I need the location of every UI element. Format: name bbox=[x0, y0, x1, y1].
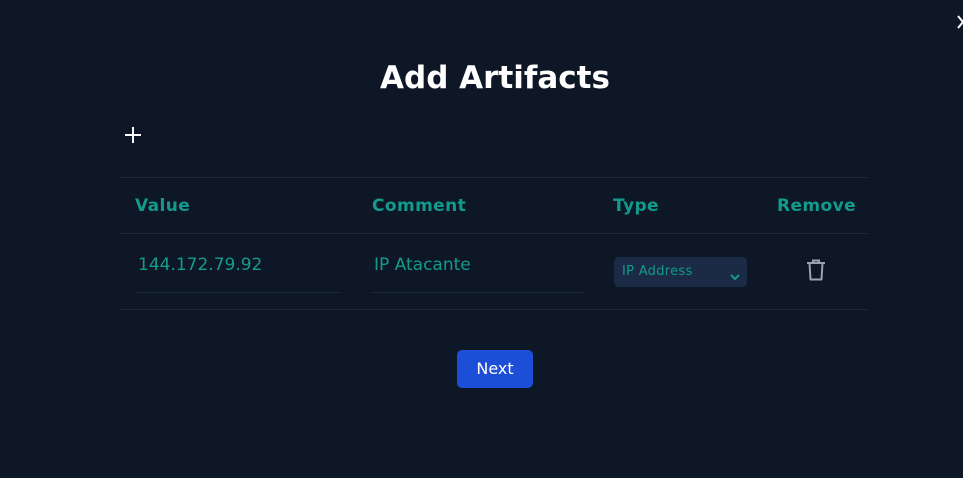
next-button[interactable]: Next bbox=[457, 350, 533, 388]
trash-icon-svg bbox=[807, 259, 825, 281]
modal-title: Add Artifacts bbox=[380, 60, 610, 96]
type-select-value: IP Address bbox=[622, 264, 693, 279]
close-icon-svg bbox=[957, 15, 963, 29]
comment-field-wrapper bbox=[372, 247, 588, 293]
header-remove: Remove bbox=[777, 196, 857, 216]
type-select[interactable]: IP Address bbox=[614, 257, 747, 287]
add-artifacts-modal: Add Artifacts Value Comment Type Remove … bbox=[0, 0, 963, 478]
trash-icon[interactable] bbox=[805, 258, 827, 282]
value-field-wrapper bbox=[136, 247, 344, 293]
plus-icon-svg bbox=[125, 127, 141, 143]
table-top-divider bbox=[120, 177, 868, 178]
close-icon[interactable] bbox=[955, 12, 963, 32]
value-input[interactable] bbox=[136, 247, 344, 283]
header-type: Type bbox=[613, 196, 659, 216]
header-divider bbox=[120, 233, 868, 234]
chevron-down-icon bbox=[729, 265, 741, 281]
header-value: Value bbox=[135, 196, 191, 216]
header-comment: Comment bbox=[372, 196, 467, 216]
plus-icon[interactable] bbox=[122, 124, 144, 146]
row-divider bbox=[120, 309, 868, 310]
comment-input[interactable] bbox=[372, 247, 588, 283]
